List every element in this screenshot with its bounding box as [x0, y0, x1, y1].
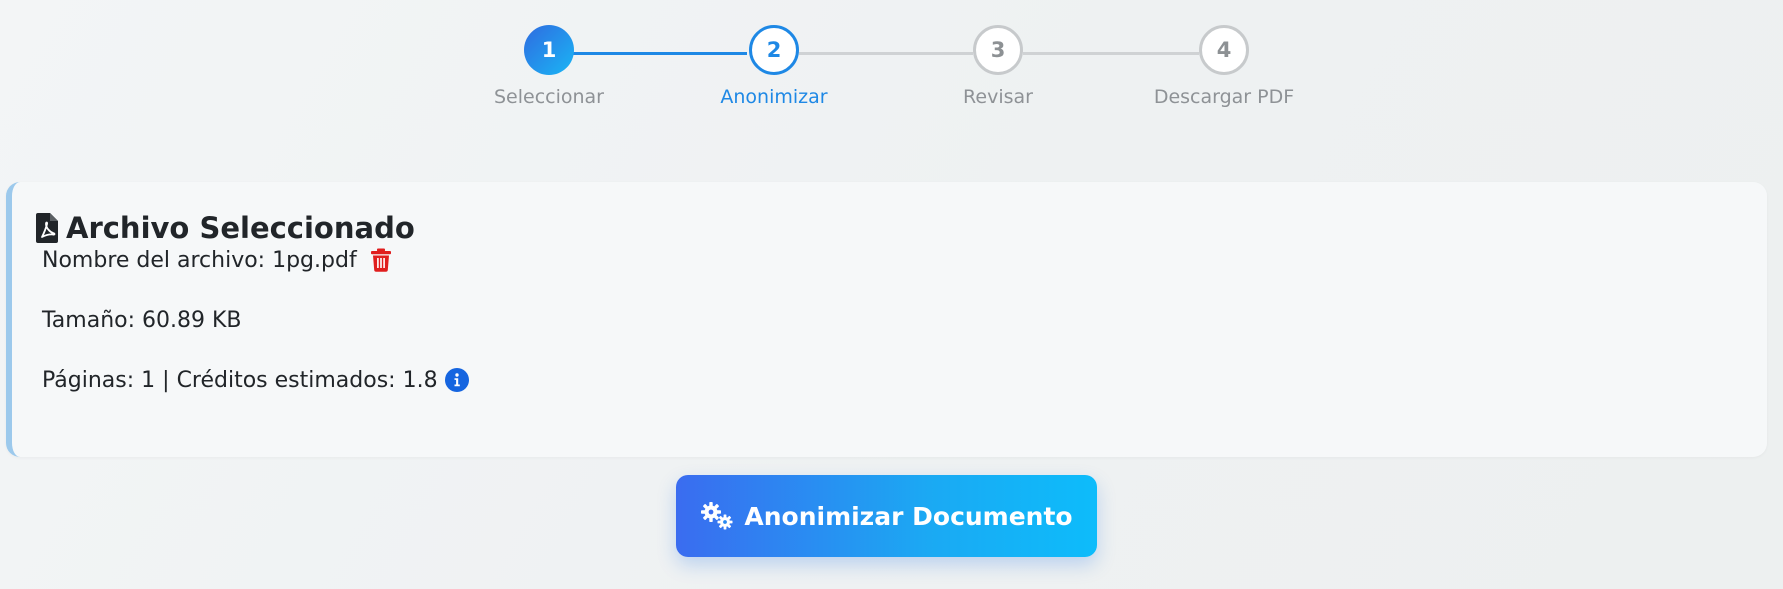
selected-file-card: Archivo Seleccionado Nombre del archivo:…: [6, 182, 1767, 457]
size-label: Tamaño:: [42, 307, 136, 333]
info-icon[interactable]: [444, 368, 469, 392]
filename-value: 1pg.pdf: [272, 247, 357, 273]
anonymize-document-button[interactable]: Anonimizar Documento: [676, 475, 1097, 557]
filename-row: Nombre del archivo: 1pg.pdf: [42, 244, 391, 276]
size-row: Tamaño: 60.89 KB: [42, 304, 242, 336]
pages-value: 1: [141, 367, 156, 393]
delete-file-button[interactable]: [370, 248, 391, 272]
credits-value: 1.8: [402, 367, 438, 393]
step-revisar: 3 Revisar: [898, 25, 1098, 108]
filename-label: Nombre del archivo:: [42, 247, 266, 273]
step-label: Anonimizar: [720, 86, 828, 108]
step-number-badge: 2: [749, 25, 799, 75]
pages-credits-row: Páginas: 1 | Créditos estimados: 1.8: [42, 364, 469, 396]
step-number-badge: 4: [1199, 25, 1249, 75]
credits-label: Créditos estimados:: [176, 367, 396, 393]
step-label: Revisar: [963, 86, 1033, 108]
card-title-text: Archivo Seleccionado: [66, 211, 415, 245]
card-title: Archivo Seleccionado: [36, 208, 1767, 248]
step-anonimizar[interactable]: 2 Anonimizar: [674, 25, 874, 108]
step-number-badge: 3: [973, 25, 1023, 75]
pages-label: Páginas:: [42, 367, 135, 393]
anonymize-button-label: Anonimizar Documento: [744, 501, 1073, 531]
gears-icon: [701, 502, 733, 530]
separator: |: [162, 367, 170, 393]
step-label: Descargar PDF: [1153, 86, 1295, 108]
trash-icon: [370, 248, 391, 272]
step-number-badge: 1: [524, 25, 574, 75]
progress-stepper: 1 Seleccionar 2 Anonimizar 3 Revisar 4 D…: [0, 0, 1783, 140]
file-pdf-icon: [36, 213, 58, 243]
step-descargar-pdf: 4 Descargar PDF: [1124, 25, 1324, 108]
step-seleccionar[interactable]: 1 Seleccionar: [449, 25, 649, 108]
step-label: Seleccionar: [493, 86, 604, 108]
size-value: 60.89 KB: [142, 307, 242, 333]
